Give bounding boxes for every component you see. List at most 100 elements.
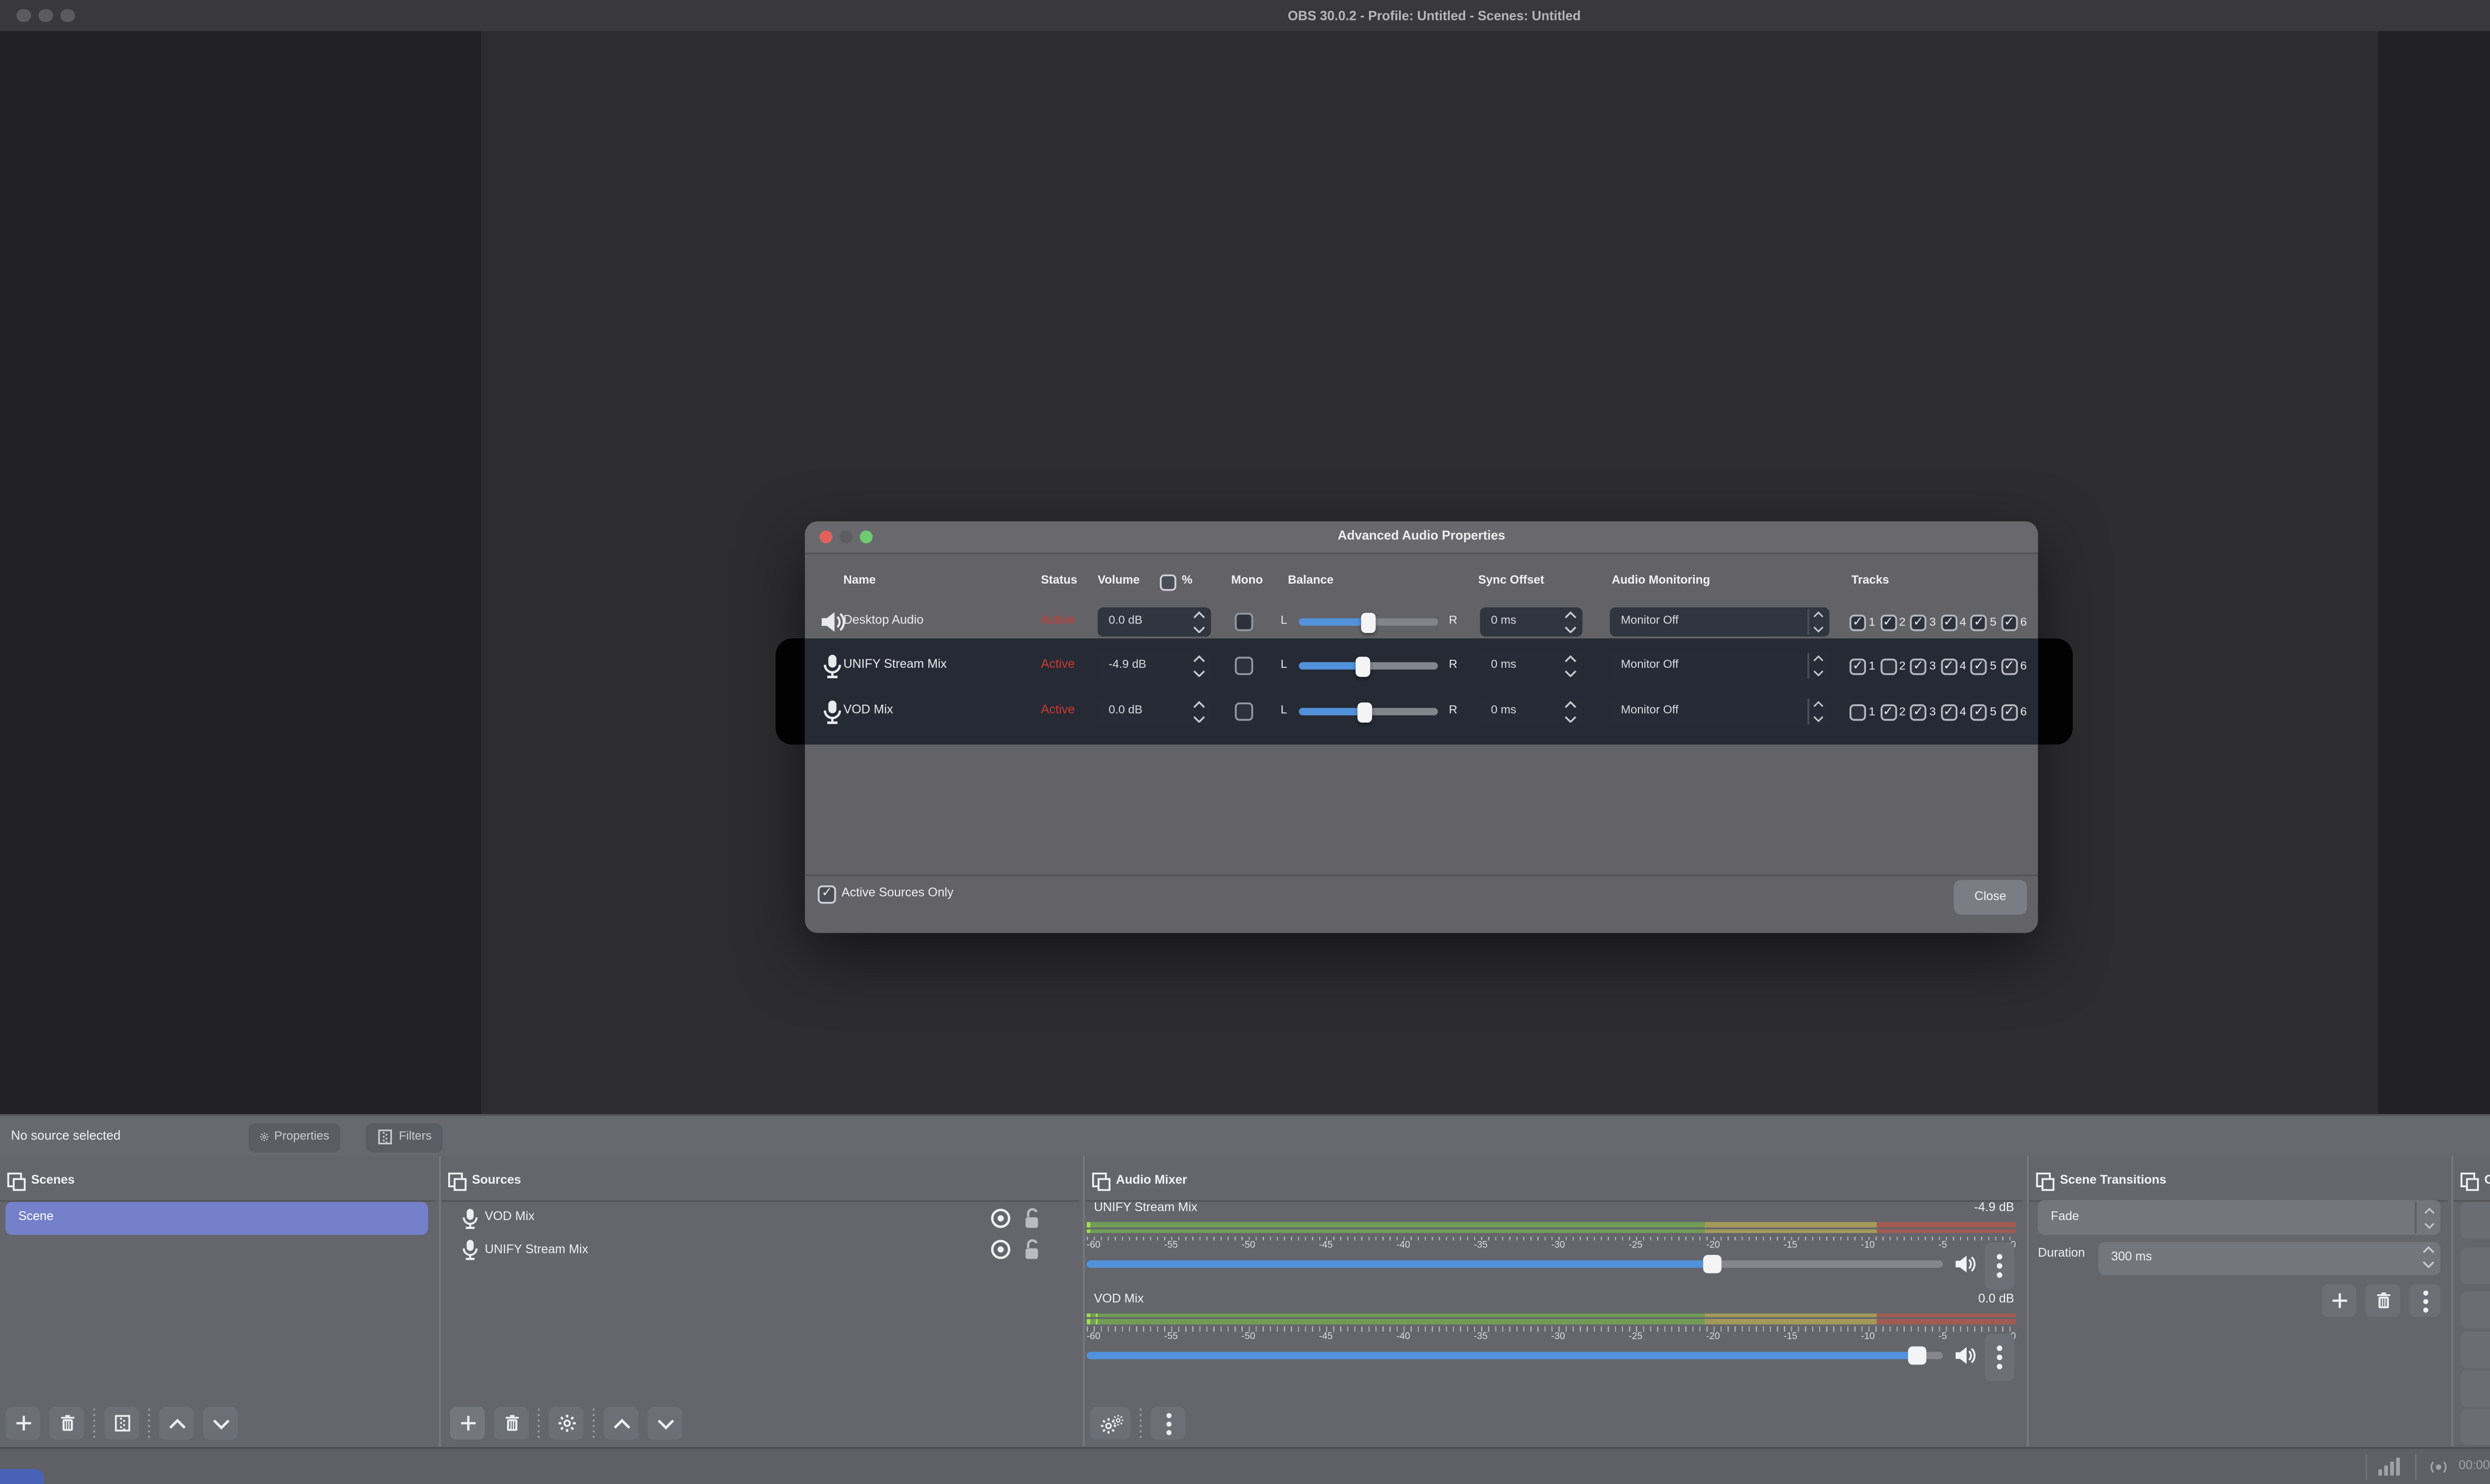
volume-meter <box>1087 1312 2016 1325</box>
track-checkbox[interactable]: ✓ <box>1849 657 1866 674</box>
track-checkbox[interactable]: ✓ <box>1971 614 1988 630</box>
scene-transitions-panel-header[interactable]: Scene Transitions <box>2029 1165 2448 1195</box>
add-source-button[interactable] <box>450 1406 485 1440</box>
sources-panel-header[interactable]: Sources <box>441 1165 1079 1195</box>
add-scene-button[interactable] <box>5 1406 40 1440</box>
transition-menu-button[interactable] <box>2409 1284 2441 1317</box>
track-checkbox[interactable]: ✓ <box>1879 703 1896 720</box>
audio-mixer-panel-header[interactable]: Audio Mixer <box>1085 1165 2023 1195</box>
mono-checkbox[interactable]: ✓ <box>1235 656 1253 675</box>
speaker-icon[interactable] <box>1954 1253 1976 1275</box>
track-checkbox[interactable] <box>1879 657 1896 674</box>
transition-dropdown[interactable]: Fade <box>2038 1200 2441 1235</box>
track-checkbox[interactable]: ✓ <box>1879 614 1896 630</box>
balance-slider-handle[interactable] <box>1355 655 1370 676</box>
track-number: 4 <box>1960 616 1967 628</box>
track-checkbox[interactable]: ✓ <box>2001 703 2018 720</box>
mono-checkbox[interactable]: ✓ <box>1235 613 1253 631</box>
track-checkbox[interactable]: ✓ <box>1940 657 1957 674</box>
remove-scene-button[interactable] <box>49 1406 84 1440</box>
balance-slider-handle[interactable] <box>1361 612 1376 632</box>
mono-checkbox[interactable]: ✓ <box>1235 702 1253 721</box>
sync-offset-input[interactable]: 0 ms <box>1480 607 1583 637</box>
active-sources-only-checkbox[interactable]: ✓ <box>818 885 836 904</box>
volume-input[interactable]: 0.0 dB <box>1098 697 1211 727</box>
track-checkbox[interactable]: ✓ <box>1910 614 1927 630</box>
mixer-kebab-menu-button[interactable] <box>1985 1333 2014 1380</box>
lock-icon[interactable] <box>1021 1238 1043 1260</box>
spinner-arrows-icon[interactable] <box>1564 701 1577 723</box>
start-virtual-camera-button[interactable]: Start Virtual Camera <box>2460 1291 2490 1328</box>
track-checkbox[interactable]: ✓ <box>2001 657 2018 674</box>
track-checkbox[interactable]: ✓ <box>1910 657 1927 674</box>
close-button[interactable]: Close <box>1954 879 2027 915</box>
track-checkbox[interactable]: ✓ <box>1971 657 1988 674</box>
source-row-unify-stream-mix[interactable]: UNIFY Stream Mix <box>441 1234 1079 1265</box>
volume-percent-checkbox[interactable]: ✓ <box>1159 573 1177 590</box>
source-row-vod-mix[interactable]: VOD Mix <box>441 1202 1079 1233</box>
visibility-eye-icon[interactable] <box>990 1207 1011 1229</box>
mixer-kebab-menu-button[interactable] <box>1985 1242 2014 1290</box>
mixer-settings-button[interactable] <box>1090 1406 1131 1440</box>
volume-slider-handle[interactable] <box>1702 1255 1721 1273</box>
track-number: 4 <box>1960 705 1967 718</box>
balance-slider[interactable] <box>1299 701 1438 722</box>
move-scene-down-button[interactable] <box>203 1406 238 1440</box>
spinner-arrows-icon[interactable] <box>2422 1246 2435 1268</box>
lock-icon[interactable] <box>1021 1207 1043 1229</box>
remove-source-button[interactable] <box>494 1406 529 1440</box>
balance-left-label: L <box>1280 704 1287 718</box>
track-checkbox[interactable]: ✓ <box>2001 614 2018 630</box>
track-checkbox[interactable]: ✓ <box>1849 614 1866 630</box>
scene-list-item[interactable]: Scene <box>5 1201 428 1234</box>
track-checkbox[interactable]: ✓ <box>1940 614 1957 630</box>
volume-slider[interactable] <box>1087 1345 1943 1364</box>
volume-input[interactable]: 0.0 dB <box>1098 607 1211 637</box>
source-properties-button[interactable] <box>549 1406 584 1440</box>
track-checkbox[interactable]: ✓ <box>1971 703 1988 720</box>
controls-panel-header[interactable]: Controls <box>2453 1165 2490 1195</box>
spinner-arrows-icon[interactable] <box>1193 655 1206 677</box>
visibility-eye-icon[interactable] <box>990 1238 1011 1260</box>
audio-mixer-title: Audio Mixer <box>1116 1173 1187 1187</box>
obs-app-window: OBS 30.0.2 - Profile: Untitled - Scenes:… <box>0 0 2490 1484</box>
audio-monitoring-dropdown[interactable]: Monitor Off <box>1610 697 1830 727</box>
properties-button[interactable]: Properties <box>249 1122 341 1152</box>
filters-button[interactable]: Filters <box>366 1122 443 1152</box>
scenes-panel-header[interactable]: Scenes <box>0 1165 435 1195</box>
settings-button[interactable]: Settings <box>2460 1370 2490 1406</box>
volume-slider-handle[interactable] <box>1908 1345 1927 1364</box>
sync-offset-input[interactable]: 0 ms <box>1480 697 1583 727</box>
mic-icon <box>459 1207 481 1229</box>
start-recording-button[interactable]: Start Recording <box>2460 1247 2490 1283</box>
add-transition-button[interactable] <box>2321 1284 2357 1317</box>
spinner-arrows-icon[interactable] <box>1193 611 1206 633</box>
track-checkbox[interactable] <box>1849 703 1866 720</box>
remove-transition-button[interactable] <box>2365 1284 2400 1317</box>
balance-slider[interactable] <box>1299 612 1438 632</box>
spinner-arrows-icon[interactable] <box>1564 611 1577 633</box>
volume-input[interactable]: -4.9 dB <box>1098 651 1211 681</box>
track-number: 5 <box>1990 659 1996 673</box>
spinner-arrows-icon[interactable] <box>1564 655 1577 677</box>
studio-mode-button[interactable]: Studio Mode <box>2460 1332 2490 1367</box>
audio-monitoring-dropdown[interactable]: Monitor Off <box>1610 607 1830 637</box>
balance-slider[interactable] <box>1299 655 1438 676</box>
start-streaming-button[interactable]: Start Streaming <box>2460 1202 2490 1238</box>
volume-slider[interactable] <box>1087 1255 1943 1273</box>
mixer-menu-button[interactable] <box>1150 1406 1186 1440</box>
move-source-down-button[interactable] <box>647 1406 683 1440</box>
dialog-titlebar[interactable]: Advanced Audio Properties <box>805 521 2038 555</box>
balance-slider-handle[interactable] <box>1358 701 1373 722</box>
exit-button[interactable]: Exit <box>2460 1408 2490 1445</box>
audio-monitoring-dropdown[interactable]: Monitor Off <box>1610 651 1830 681</box>
spinner-arrows-icon[interactable] <box>1193 701 1206 723</box>
sync-offset-input[interactable]: 0 ms <box>1480 651 1583 681</box>
speaker-icon[interactable] <box>1954 1344 1976 1365</box>
track-checkbox[interactable]: ✓ <box>1940 703 1957 720</box>
scene-filters-button[interactable] <box>104 1406 139 1440</box>
move-scene-up-button[interactable] <box>159 1406 194 1440</box>
move-source-up-button[interactable] <box>604 1406 639 1440</box>
duration-input[interactable]: 300 ms <box>2098 1241 2441 1274</box>
track-checkbox[interactable]: ✓ <box>1910 703 1927 720</box>
